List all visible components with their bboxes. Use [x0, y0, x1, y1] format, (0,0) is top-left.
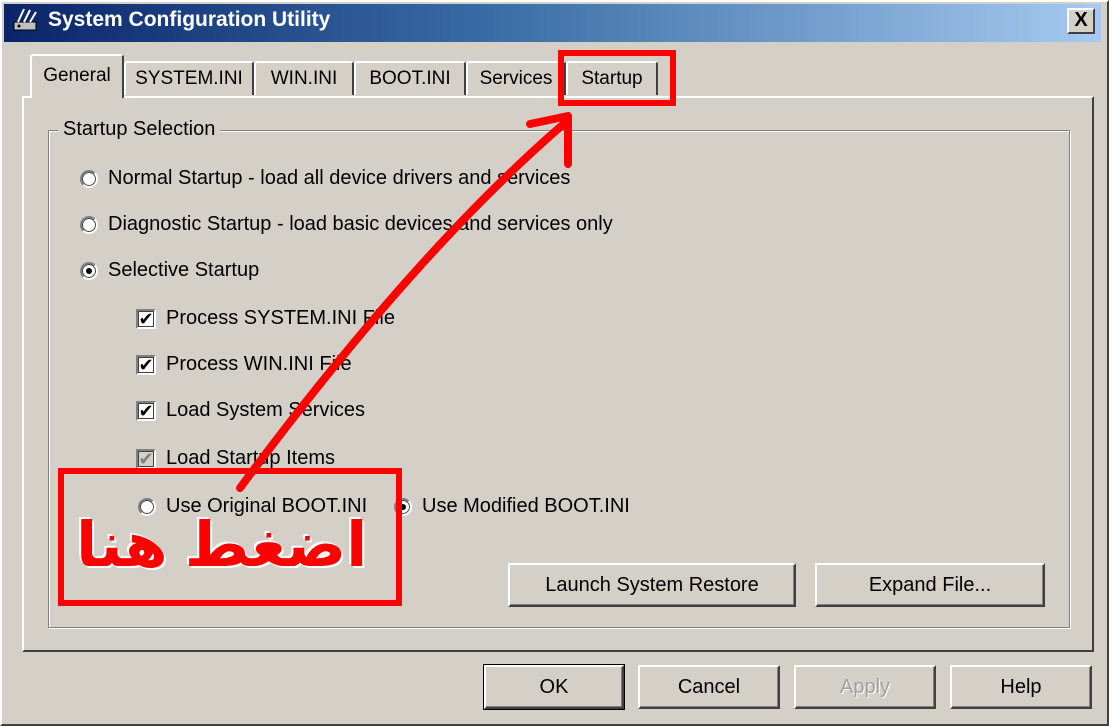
selective-startup-radio[interactable]: Selective Startup: [80, 259, 259, 282]
apply-button[interactable]: Apply: [794, 665, 936, 709]
load-system-services-checkbox[interactable]: ✔ Load System Services: [136, 399, 365, 422]
radio-label: Use Modified BOOT.INI: [422, 495, 630, 517]
ok-button[interactable]: OK: [483, 664, 625, 710]
cancel-button[interactable]: Cancel: [638, 665, 780, 709]
radio-icon: [80, 215, 98, 234]
button-label: Help: [1000, 676, 1042, 698]
process-system-ini-checkbox[interactable]: ✔ Process SYSTEM.INI File: [136, 307, 395, 330]
tab-label: BOOT.INI: [369, 68, 451, 89]
process-win-ini-checkbox[interactable]: ✔ Process WIN.INI File: [136, 353, 352, 376]
normal-startup-radio[interactable]: Normal Startup - load all device drivers…: [80, 167, 570, 190]
tab-system-ini[interactable]: SYSTEM.INI: [124, 61, 254, 95]
radio-label: Selective Startup: [108, 259, 260, 281]
radio-label: Normal Startup - load all device drivers…: [108, 167, 571, 189]
use-modified-boot-ini-radio[interactable]: Use Modified BOOT.INI: [394, 495, 630, 518]
checkbox-checked-icon: ✔: [136, 308, 156, 329]
checkbox-label: Process WIN.INI File: [166, 353, 352, 375]
button-label: Apply: [839, 676, 891, 698]
tab-boot-ini[interactable]: BOOT.INI: [354, 61, 466, 95]
launch-system-restore-button[interactable]: Launch System Restore: [508, 563, 796, 607]
button-label: OK: [539, 676, 569, 698]
tab-general[interactable]: General: [30, 54, 124, 98]
diagnostic-startup-radio[interactable]: Diagnostic Startup - load basic devices …: [80, 213, 613, 236]
button-label: Cancel: [677, 676, 741, 698]
radio-icon: [80, 169, 98, 188]
tab-services[interactable]: Services: [466, 61, 566, 95]
checkbox-checked-icon: ✔: [136, 448, 156, 469]
startup-tab-highlight-box: [558, 50, 676, 106]
radio-label: Diagnostic Startup - load basic devices …: [108, 213, 613, 235]
tab-label: Services: [479, 68, 553, 89]
close-icon: X: [1074, 9, 1088, 31]
checkbox-label: Load System Services: [166, 399, 365, 421]
expand-file-button[interactable]: Expand File...: [815, 563, 1045, 607]
msconfig-icon: [13, 8, 37, 31]
window-title: System Configuration Utility: [48, 8, 331, 31]
close-button[interactable]: X: [1067, 8, 1095, 34]
button-label: Launch System Restore: [545, 574, 759, 596]
tab-label: SYSTEM.INI: [135, 68, 243, 89]
click-here-annotation: اضغط هنا: [76, 511, 368, 580]
button-label: Expand File...: [868, 574, 992, 596]
checkbox-checked-icon: ✔: [136, 400, 156, 421]
checkbox-label: Process SYSTEM.INI File: [166, 307, 395, 329]
tab-win-ini[interactable]: WIN.INI: [254, 61, 354, 95]
radio-selected-icon: [80, 261, 98, 280]
load-startup-items-checkbox[interactable]: ✔ Load Startup Items: [136, 447, 335, 470]
tab-label: General: [43, 65, 111, 86]
group-label: Startup Selection: [58, 118, 221, 141]
checkbox-label: Load Startup Items: [166, 447, 335, 469]
checkbox-checked-icon: ✔: [136, 354, 156, 375]
help-button[interactable]: Help: [950, 665, 1092, 709]
tab-label: WIN.INI: [270, 68, 338, 89]
